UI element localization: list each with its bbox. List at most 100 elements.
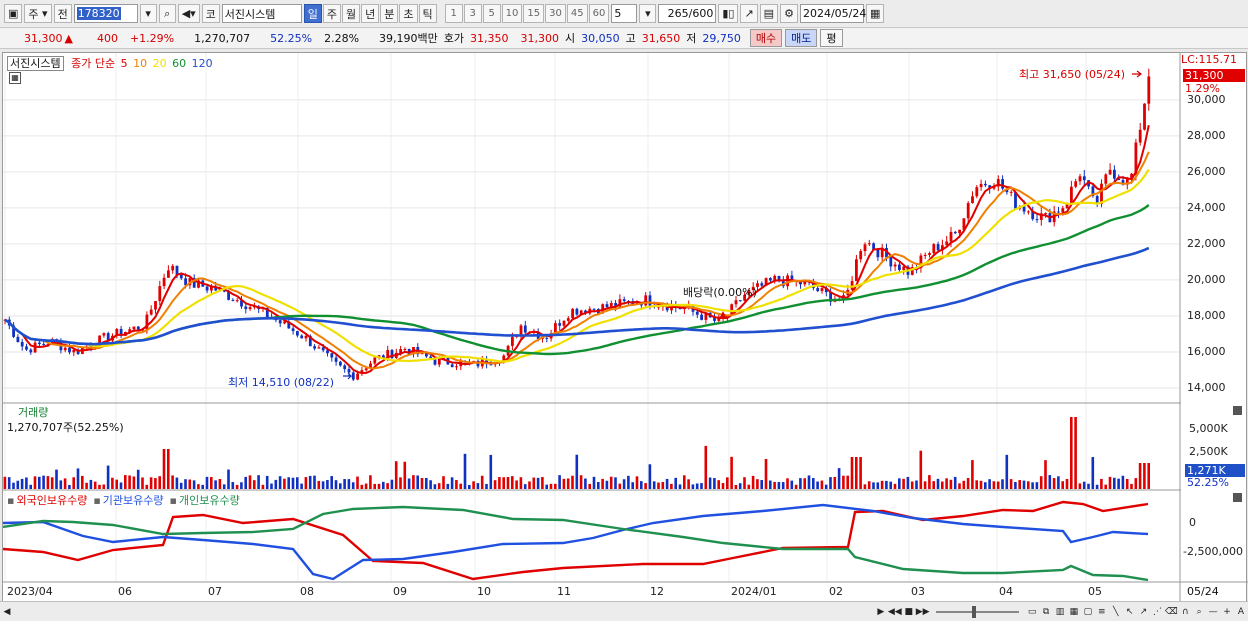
chart-type-icon[interactable]: ▣ <box>4 4 23 23</box>
volume-bar <box>1091 457 1095 489</box>
auto-scale-icon[interactable]: A <box>1234 605 1248 619</box>
candle-body <box>102 333 106 336</box>
eval-button[interactable]: 평 <box>820 29 843 47</box>
close-panel-icon[interactable] <box>1233 406 1242 415</box>
grid-icon[interactable]: ▦ <box>1067 605 1081 619</box>
period-tab[interactable]: 틱 <box>418 4 437 23</box>
volume-bar <box>730 456 733 489</box>
close-panel-icon[interactable] <box>1233 493 1242 502</box>
line-tool-icon[interactable]: ╲ <box>1109 605 1123 619</box>
table-icon[interactable]: ▦ <box>9 72 21 84</box>
candle-icon[interactable]: ▮▯ <box>718 4 739 23</box>
chart-area[interactable]: 서진시스템 종가 단순 5 10 20 60 120 ▦ LC:115.71 3… <box>2 52 1248 603</box>
volume-bar <box>820 480 824 489</box>
split-icon[interactable]: ▥ <box>1053 605 1067 619</box>
sell-button[interactable]: 매도 <box>785 29 818 47</box>
calendar-icon[interactable]: ▦ <box>865 4 885 23</box>
save-icon[interactable]: ▤ <box>759 4 779 23</box>
interval-dropdown-icon[interactable]: ▾ <box>639 4 657 23</box>
buy-button[interactable]: 매수 <box>749 29 783 47</box>
volume-bar <box>734 484 738 489</box>
period-tab[interactable]: 년 <box>361 4 380 23</box>
code-dropdown-icon[interactable]: ▾ <box>139 4 157 23</box>
volume-bar <box>1001 479 1004 489</box>
x-axis-label: 07 <box>208 585 222 598</box>
volume-bar <box>721 483 725 489</box>
volume-bar <box>648 464 652 489</box>
list-icon[interactable]: ≡ <box>1095 605 1109 619</box>
high-price: 31,650 <box>641 31 681 45</box>
interval-button[interactable]: 10 <box>501 4 523 23</box>
candle-body <box>889 257 893 267</box>
sound-icon[interactable]: ◀▾ <box>177 4 200 23</box>
volume-bar <box>7 477 11 489</box>
type-select[interactable]: 주 ▾ <box>24 4 52 23</box>
interval-button[interactable]: 3 <box>463 4 482 23</box>
prev-button[interactable]: 전 <box>53 4 72 23</box>
period-tab[interactable]: 초 <box>399 4 418 23</box>
candle-body <box>29 349 33 353</box>
holding-legend-item[interactable]: 외국인보유수량 <box>16 494 87 507</box>
scroll-right-icon[interactable]: ▶ <box>874 605 888 619</box>
interval-input[interactable]: 5 <box>611 4 638 23</box>
code-input[interactable]: 178320 <box>73 4 138 23</box>
zoom-slider-handle[interactable] <box>971 605 976 618</box>
ma-legend-item[interactable]: 10 <box>130 57 147 70</box>
interval-button[interactable]: 45 <box>566 4 588 23</box>
count-field[interactable]: 265/600 <box>658 4 717 23</box>
stop-icon[interactable]: ■ <box>902 605 916 619</box>
copy-icon[interactable]: ⧉ <box>1039 605 1053 619</box>
interval-button[interactable]: 30 <box>545 4 566 23</box>
fib-tool-icon[interactable]: ⋰ <box>1150 605 1164 619</box>
legend-stock-name[interactable]: 서진시스템 <box>7 56 64 71</box>
horizontal-scrollbar[interactable] <box>14 605 874 619</box>
fast-forward-icon[interactable]: ▶▶ <box>916 605 930 619</box>
period-tab[interactable]: 일 <box>303 4 322 23</box>
ma-legend-item[interactable]: 5 <box>121 57 128 70</box>
period-tab[interactable]: 주 <box>322 4 342 23</box>
period-tab[interactable]: 분 <box>380 4 399 23</box>
settings-icon[interactable]: ⚙ <box>780 4 798 23</box>
volume-bar <box>575 454 579 489</box>
rewind-icon[interactable]: ◀◀ <box>888 605 902 619</box>
volume-bar <box>1113 477 1116 489</box>
zoom-search-icon[interactable]: ⌕ <box>1192 605 1206 619</box>
layout-icon[interactable]: ▭ <box>1025 605 1039 619</box>
period-tab[interactable]: 월 <box>342 4 361 23</box>
draw-icon[interactable]: ↗ <box>740 4 758 23</box>
magnet-icon[interactable]: ∩ <box>1178 605 1192 619</box>
search-icon[interactable]: ⌕ <box>158 4 176 23</box>
holding-legend-item[interactable]: 기관보유수량 <box>103 494 164 507</box>
ma-legend-item[interactable]: 120 <box>188 57 213 70</box>
candle-body <box>343 365 347 370</box>
trend-tool-icon[interactable]: ↗ <box>1137 605 1151 619</box>
volume-bar <box>214 480 217 489</box>
holding-legend-item[interactable]: 개인보유수량 <box>179 494 240 507</box>
candle-body <box>1027 211 1030 213</box>
interval-button[interactable]: 15 <box>523 4 545 23</box>
erase-tool-icon[interactable]: ⌫ <box>1164 605 1178 619</box>
date-field[interactable]: 2024/05/24 <box>799 4 866 23</box>
stock-name-field[interactable]: 서진시스템 <box>221 4 302 23</box>
interval-button[interactable]: 60 <box>588 4 610 23</box>
scroll-left-icon[interactable]: ◀ <box>0 605 14 619</box>
x-axis-label: 09 <box>393 585 407 598</box>
ma-legend-item[interactable]: 20 <box>149 57 167 70</box>
volume-bar <box>167 449 170 489</box>
interval-button[interactable]: 1 <box>444 4 463 23</box>
turnover-ratio: 2.28% <box>324 31 360 45</box>
zoom-in-icon[interactable]: + <box>1220 605 1234 619</box>
zoom-slider[interactable] <box>935 605 1020 618</box>
chart-canvas[interactable] <box>3 53 1248 603</box>
volume-bar <box>25 477 28 489</box>
zoom-out-icon[interactable]: — <box>1206 605 1220 619</box>
arrow-tool-icon[interactable]: ↖ <box>1123 605 1137 619</box>
volume-bar <box>270 483 273 489</box>
ma-legend-item[interactable]: 60 <box>169 57 186 70</box>
interval-button[interactable]: 5 <box>482 4 501 23</box>
volume-bar <box>893 483 897 489</box>
volume-bar <box>627 475 630 489</box>
window-icon[interactable]: ▢ <box>1081 605 1095 619</box>
volume-bar <box>996 481 1000 489</box>
candle-body <box>1104 174 1108 184</box>
